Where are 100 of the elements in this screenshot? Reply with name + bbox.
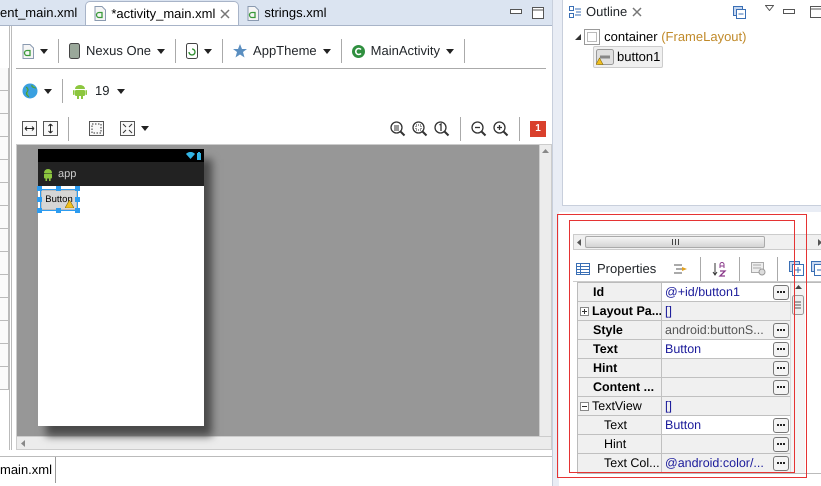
zoom-out-icon[interactable] xyxy=(471,120,487,137)
property-name: Text Col... xyxy=(604,454,660,472)
scroll-right-icon xyxy=(818,238,821,246)
maximize-icon[interactable] xyxy=(810,6,821,18)
minimize-icon[interactable] xyxy=(783,9,796,15)
scroll-left-icon xyxy=(577,238,581,246)
grip-icon xyxy=(672,239,678,245)
vertical-scrollbar[interactable] xyxy=(539,145,551,436)
device-dropdown[interactable]: Nexus One xyxy=(69,41,166,61)
collapse-icon[interactable] xyxy=(580,402,589,410)
property-value: Button xyxy=(665,340,702,358)
edit-value-button[interactable] xyxy=(773,380,789,394)
frame-layout-icon xyxy=(584,29,600,46)
zoom-fit-icon[interactable] xyxy=(390,120,406,137)
globe-icon xyxy=(22,83,38,100)
property-name: Content ... xyxy=(593,378,654,396)
close-icon[interactable] xyxy=(220,8,230,18)
caret-icon[interactable] xyxy=(446,48,454,54)
caret-icon[interactable] xyxy=(117,88,126,94)
horizontal-scrollbar[interactable] xyxy=(16,437,552,450)
margins-icon[interactable] xyxy=(89,121,104,136)
wifi-icon xyxy=(186,152,195,160)
xml-file-icon xyxy=(94,6,106,21)
fit-height-icon[interactable] xyxy=(43,121,58,136)
android-icon xyxy=(42,168,54,181)
maximize-icon[interactable] xyxy=(532,7,544,19)
minimize-icon[interactable] xyxy=(510,9,522,15)
sort-icon[interactable] xyxy=(712,260,728,276)
edit-value-button[interactable] xyxy=(773,436,789,452)
edit-value-button[interactable] xyxy=(773,342,789,356)
layout-file-dropdown[interactable] xyxy=(22,44,48,59)
theme-dropdown[interactable]: AppTheme xyxy=(233,41,331,61)
scroll-up-icon xyxy=(542,149,549,154)
edit-value-button[interactable] xyxy=(773,360,789,376)
zoom-100-icon[interactable] xyxy=(434,120,450,137)
property-name: Id xyxy=(593,284,604,301)
edit-value-button[interactable] xyxy=(773,284,789,300)
phone-icon xyxy=(69,43,80,60)
error-count-badge[interactable]: 1 xyxy=(530,120,546,137)
resize-icon[interactable] xyxy=(120,121,135,136)
dropdown-caret-icon[interactable] xyxy=(141,126,149,132)
tree-item[interactable]: button1 xyxy=(593,46,664,68)
property-name: Hint xyxy=(604,436,626,453)
property-name: Layout Pa... xyxy=(592,302,661,320)
close-icon[interactable] xyxy=(632,7,642,17)
caret-icon[interactable] xyxy=(44,88,52,94)
zoom-real-size-icon[interactable] xyxy=(412,120,428,137)
rotate-screen-icon xyxy=(186,43,198,60)
activity-dropdown[interactable]: MainActivity xyxy=(352,41,454,61)
property-value: @+id/button1 xyxy=(665,284,740,301)
scroll-up-icon xyxy=(794,285,802,289)
class-icon xyxy=(352,44,365,58)
property-name: Text xyxy=(593,340,618,358)
scroll-left-icon xyxy=(21,440,25,447)
property-value: @android:color/... xyxy=(665,454,764,472)
expand-icon[interactable] xyxy=(580,306,589,316)
editor-tab[interactable]: strings.xml xyxy=(239,1,334,25)
view-menu-icon[interactable] xyxy=(765,5,774,11)
property-name: Style xyxy=(593,322,623,339)
vertical-scrollbar[interactable] xyxy=(790,283,805,473)
property-name: Hint xyxy=(593,360,618,377)
star-icon xyxy=(233,44,248,58)
caret-icon[interactable] xyxy=(322,48,331,54)
edit-value-button[interactable] xyxy=(773,418,789,432)
orientation-dropdown[interactable] xyxy=(186,43,212,60)
editor-tab[interactable]: ent_main.xml xyxy=(0,1,86,25)
edit-value-button[interactable] xyxy=(773,456,789,470)
caret-icon[interactable] xyxy=(204,48,212,54)
advanced-properties-icon[interactable] xyxy=(751,262,766,276)
resize-handle[interactable] xyxy=(56,208,61,214)
filter-icon[interactable] xyxy=(673,262,690,276)
expanded-arrow-icon[interactable] xyxy=(575,34,581,40)
collapse-all-icon[interactable] xyxy=(733,6,746,18)
app-title: app xyxy=(58,167,76,182)
property-value: [] xyxy=(665,398,672,415)
edit-value-button[interactable] xyxy=(773,322,789,338)
property-value: [] xyxy=(665,302,672,320)
xml-file-icon xyxy=(247,6,260,20)
property-name: Text xyxy=(604,416,627,434)
android-icon xyxy=(73,84,87,99)
tree-item[interactable]: container (FrameLayout) xyxy=(584,27,746,47)
properties-icon xyxy=(576,262,590,274)
properties-tab[interactable]: Properties xyxy=(597,258,656,278)
property-value: android:buttonS... xyxy=(665,322,764,339)
editor-tab[interactable]: *activity_main.xml xyxy=(85,1,240,25)
locale-dropdown[interactable] xyxy=(22,83,52,100)
expand-all-icon[interactable] xyxy=(789,261,804,276)
editor-mode-tab[interactable]: main.xml xyxy=(0,457,56,483)
battery-icon xyxy=(197,152,201,160)
api-level-dropdown[interactable]: 19 xyxy=(73,81,126,101)
resize-handle[interactable] xyxy=(56,186,61,192)
fit-width-icon[interactable] xyxy=(22,121,37,136)
caret-icon[interactable] xyxy=(40,48,48,54)
scroll-thumb-icon xyxy=(792,295,804,315)
caret-icon[interactable] xyxy=(157,48,166,54)
zoom-in-icon[interactable] xyxy=(493,120,509,137)
horizontal-scrollbar[interactable] xyxy=(573,234,821,250)
xml-file-icon xyxy=(22,44,34,59)
outline-tab[interactable]: Outline xyxy=(586,2,628,22)
property-name: TextView xyxy=(592,398,642,415)
